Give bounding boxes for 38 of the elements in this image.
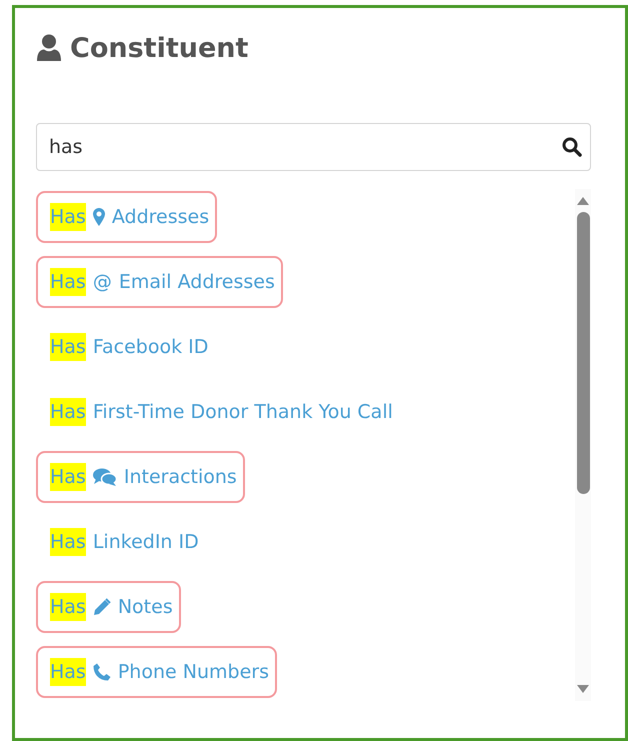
result-item[interactable]: Has Interactions	[36, 451, 245, 503]
user-icon	[36, 34, 62, 62]
search-field[interactable]: has	[36, 123, 591, 171]
result-label: Email Addresses	[118, 270, 275, 295]
match-highlight: Has	[50, 398, 86, 426]
scroll-up-arrow-icon[interactable]	[576, 196, 590, 206]
result-item[interactable]: Has Notes	[36, 581, 181, 633]
search-icon[interactable]	[562, 137, 582, 157]
panel-title: Constituent	[70, 34, 248, 62]
match-highlight: Has	[50, 528, 86, 556]
result-label: First-Time Donor Thank You Call	[92, 400, 393, 425]
match-highlight: Has	[50, 332, 86, 362]
match-highlight: Has	[50, 462, 86, 492]
match-highlight: Has	[50, 658, 86, 686]
result-item[interactable]: Has @ Email Addresses	[36, 256, 283, 308]
result-label: Phone Numbers	[118, 660, 269, 685]
scrollbar-thumb[interactable]	[576, 212, 590, 494]
at-sign-icon: @	[92, 268, 112, 296]
search-input[interactable]: has	[49, 132, 562, 162]
scroll-down-arrow-icon[interactable]	[576, 684, 590, 694]
result-item[interactable]: Has Addresses	[36, 191, 218, 243]
phone-icon	[92, 663, 111, 681]
match-highlight: Has	[50, 592, 86, 622]
result-item[interactable]: Has Phone Numbers	[36, 646, 277, 698]
result-item[interactable]: Has LinkedIn ID	[36, 516, 207, 568]
result-label: LinkedIn ID	[92, 530, 199, 555]
chat-bubbles-icon	[92, 468, 117, 486]
result-label: Facebook ID	[92, 334, 208, 360]
pin-icon	[92, 208, 105, 226]
scrollbar[interactable]	[575, 189, 591, 701]
result-item[interactable]: Has Facebook ID	[36, 321, 216, 373]
result-label: Addresses	[112, 204, 210, 230]
result-label: Interactions	[124, 464, 237, 490]
result-item[interactable]: Has First-Time Donor Thank You Call	[36, 386, 401, 438]
pencil-icon	[92, 598, 111, 616]
match-highlight: Has	[50, 268, 86, 296]
result-label: Notes	[118, 594, 173, 620]
match-highlight: Has	[50, 202, 86, 232]
